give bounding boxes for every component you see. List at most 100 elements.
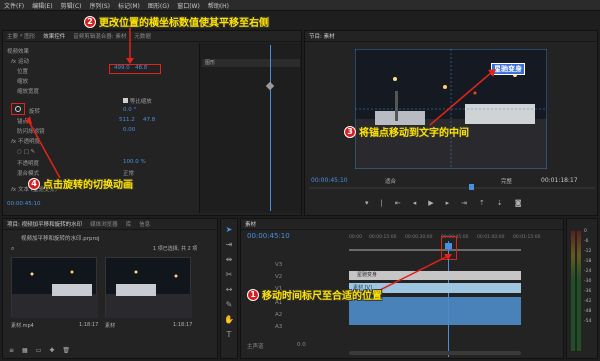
project-search-icon[interactable]: ⌕ (11, 245, 14, 253)
extract-icon[interactable]: ⇣ (497, 199, 503, 207)
master-value[interactable]: 0.0 (297, 342, 306, 348)
project-item-duration: 1:18:17 (79, 322, 99, 328)
lift-icon[interactable]: ⇡ (479, 199, 485, 207)
mark-in-icon[interactable]: ▾ (365, 199, 369, 207)
clear-icon[interactable]: 🗑 (62, 347, 70, 354)
timeline-sequence-tab[interactable]: 素材 (245, 220, 256, 228)
tab-libraries[interactable]: 库 (126, 220, 132, 228)
ellipse-mask-icon[interactable]: ○ (17, 149, 22, 155)
list-view-icon[interactable]: ≡ (9, 347, 14, 354)
antiflicker-label: 防闪烁滤镜 (17, 129, 45, 135)
track-select-icon[interactable]: ⇥ (224, 240, 234, 250)
program-title[interactable]: 节目: 素材 (309, 32, 335, 40)
timeline-scroll[interactable] (349, 351, 521, 355)
tab-info[interactable]: 信息 (139, 220, 150, 228)
menu-sequence[interactable]: 序列(S) (90, 1, 111, 10)
scale-width-label: 缩放宽度 (17, 89, 40, 95)
menu-help[interactable]: 帮助(H) (208, 1, 229, 10)
playhead-head[interactable] (445, 243, 452, 249)
checkbox-checked-icon[interactable] (123, 98, 128, 103)
annotation-4: 4 点击旋转的切换动画 (28, 176, 133, 191)
watermark-text[interactable]: 星驰变身 (491, 63, 525, 75)
step-back-icon[interactable]: ◂ (413, 199, 417, 207)
fit-dropdown[interactable]: 适合 (385, 177, 396, 185)
work-area-bar[interactable] (349, 249, 521, 251)
video-effects-header: 视频效果 (7, 49, 30, 55)
graphic-clip[interactable]: 星驰变身 (349, 271, 521, 280)
type-tool-icon[interactable]: T (224, 330, 234, 340)
track-a2[interactable]: A2 (275, 312, 282, 318)
motion-row[interactable]: fx 运动 (11, 57, 29, 65)
stopwatch-toggle-icon[interactable] (15, 106, 21, 112)
quality-dropdown[interactable]: 完整 (501, 177, 512, 185)
menu-file[interactable]: 文件(F) (4, 1, 24, 10)
hand-tool-icon[interactable]: ✋ (224, 315, 234, 325)
annotation-number: 4 (28, 177, 40, 190)
program-timecode-left[interactable]: 00:00:45:10 (311, 177, 348, 184)
opacity-row[interactable]: fx 不透明度 (11, 137, 40, 145)
meter-label: -12 (584, 249, 592, 254)
slip-tool-icon[interactable]: ↔ (224, 285, 234, 295)
tab-media-browser[interactable]: 媒体浏览器 (90, 220, 118, 228)
play-icon[interactable]: ▶ (428, 199, 433, 207)
project-item-thumb[interactable] (11, 257, 98, 318)
new-bin-icon[interactable]: ▭ (36, 347, 42, 354)
anchor-x-field[interactable]: 511.2 (119, 117, 135, 123)
export-frame-icon[interactable]: ◙ (515, 199, 522, 207)
project-panel: 项目: 视频加平移和旋转的水印 媒体浏览器 库 信息 视频加平移和旋转的水印.p… (2, 218, 218, 359)
audio-meter: 0 -6 -12 -18 -24 -30 -36 -42 -48 -54 (566, 218, 598, 359)
pen-tool-icon[interactable]: ✎ (224, 300, 234, 310)
icon-view-icon[interactable]: ▦ (22, 347, 28, 354)
meter-label: -24 (584, 269, 592, 274)
go-to-out-icon[interactable]: ⇥ (461, 199, 467, 207)
menu-marker[interactable]: 标记(M) (118, 1, 140, 10)
annotation-text: 更改位置的横坐标数值使其平移至右侧 (99, 18, 269, 29)
rect-mask-icon[interactable]: □ (24, 149, 29, 155)
timeline-timecode[interactable]: 00:00:45:10 (247, 232, 290, 240)
tab-graphics[interactable]: 主要 * 图形 (7, 32, 35, 40)
tab-metadata[interactable]: 元数据 (134, 32, 151, 40)
ripple-edit-icon[interactable]: ⇹ (224, 255, 234, 265)
effect-playhead[interactable] (270, 45, 271, 211)
meter-bar-right (577, 231, 581, 351)
effect-timecode[interactable]: 00:00:45:10 (7, 201, 41, 207)
position-y-field[interactable]: 48.8 (135, 65, 147, 71)
tab-project[interactable]: 项目: 视频加平移和旋转的水印 (7, 220, 82, 228)
selection-tool-icon[interactable]: ➤ (224, 225, 234, 235)
program-scrub-bar[interactable] (309, 187, 595, 189)
pen-mask-icon[interactable]: ✎ (31, 149, 36, 155)
mark-out-icon[interactable]: | (381, 199, 383, 207)
step-forward-icon[interactable]: ▸ (446, 199, 450, 207)
scale-label: 缩放 (17, 79, 29, 85)
track-v2[interactable]: V2 (275, 274, 282, 280)
menu-graphics[interactable]: 图形(G) (148, 1, 169, 10)
menu-clip[interactable]: 剪辑(C) (61, 1, 82, 10)
go-to-in-icon[interactable]: ⇤ (395, 199, 401, 207)
menu-edit[interactable]: 编辑(E) (32, 1, 52, 10)
anchor-y-field[interactable]: 47.8 (143, 117, 155, 123)
motion-label: 运动 (17, 59, 29, 65)
rotation-field[interactable]: 0.0 ° (123, 107, 136, 113)
program-video-frame[interactable]: 星驰变身 (355, 49, 547, 169)
new-item-icon[interactable]: ✚ (49, 347, 54, 354)
razor-tool-icon[interactable]: ✂ (224, 270, 234, 280)
menu-bar: 文件(F) 编辑(E) 剪辑(C) 序列(S) 标记(M) 图形(G) 窗口(W… (0, 0, 600, 11)
meter-label: -42 (584, 299, 592, 304)
uniform-scale[interactable]: 等比缩放 (123, 97, 152, 105)
position-x-field[interactable]: 499.0 (114, 65, 130, 71)
meter-label: -36 (584, 289, 592, 294)
track-a3[interactable]: A3 (275, 324, 282, 330)
menu-window[interactable]: 窗口(W) (177, 1, 200, 10)
effect-mini-timeline[interactable]: 图形 (199, 43, 301, 213)
position-value-box[interactable]: 499.0 48.8 (109, 64, 161, 74)
opacity-shape-icons[interactable]: ○ □ ✎ (17, 149, 35, 155)
tab-audio-mixer[interactable]: 音频剪辑混合器: 素材 (73, 32, 126, 40)
track-v3[interactable]: V3 (275, 262, 282, 268)
fx-icon: fx (11, 139, 17, 145)
tab-effect-controls[interactable]: 效果控件 (43, 32, 65, 40)
keyframe-marker[interactable] (265, 81, 275, 91)
antiflicker-field[interactable]: 0.00 (123, 127, 135, 133)
project-item-thumb[interactable] (105, 257, 192, 318)
program-playhead[interactable] (469, 184, 474, 190)
opacity-field[interactable]: 100.0 % (123, 159, 146, 165)
